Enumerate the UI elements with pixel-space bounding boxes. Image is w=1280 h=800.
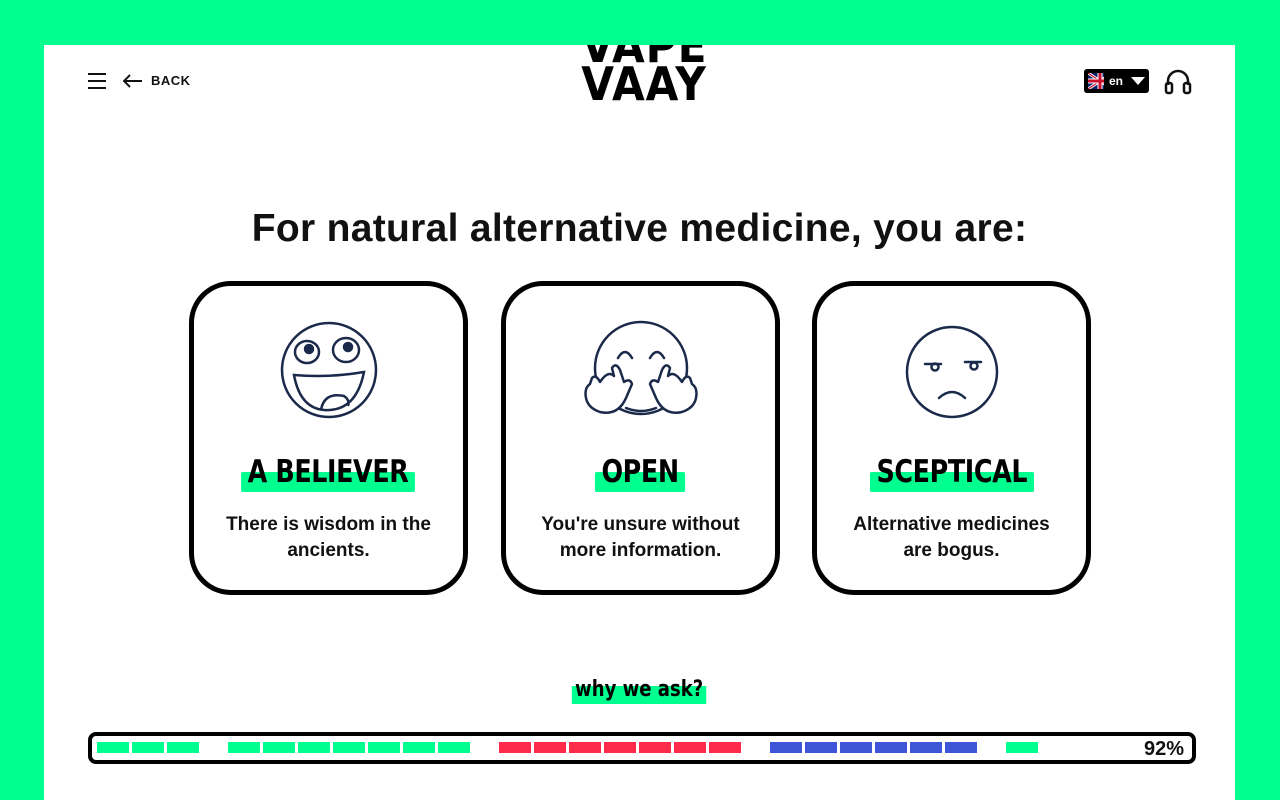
progress-segment: [674, 742, 706, 753]
progress-segment: [840, 742, 872, 753]
question-title: For natural alternative medicine, you ar…: [251, 207, 1028, 250]
progress-segment: [499, 742, 531, 753]
progress-segment: [805, 742, 837, 753]
progress-segment: [333, 742, 365, 753]
headphones-icon[interactable]: [1164, 67, 1192, 95]
why-we-ask-container: why we ask?: [44, 677, 1235, 704]
progress-segment: [368, 742, 400, 753]
option-card-open[interactable]: OPEN You're unsure without more informat…: [501, 281, 780, 595]
hugging-face-icon: [583, 320, 698, 416]
progress-segment: [403, 742, 435, 753]
progress-segment: [639, 742, 671, 753]
option-card-sceptical[interactable]: SCEPTICAL Alternative medicines are bogu…: [812, 281, 1091, 595]
progress-segment: [569, 742, 601, 753]
progress-segment: [770, 742, 802, 753]
progress-segments: [97, 742, 1057, 754]
back-label: BACK: [151, 73, 191, 88]
progress-percent: 92%: [1143, 738, 1184, 760]
chevron-down-icon: [1131, 77, 1145, 85]
option-description: You're unsure without more information.: [541, 514, 740, 561]
language-code: en: [1108, 74, 1123, 88]
option-card-believer[interactable]: A BELIEVER There is wisdom in the ancien…: [189, 281, 468, 595]
progress-segment: [1006, 742, 1038, 753]
progress-segment: [438, 742, 470, 753]
logo[interactable]: VAPE VAAY: [576, 45, 707, 111]
option-label: SCEPTICAL: [869, 454, 1034, 492]
progress-segment: [132, 742, 164, 753]
uk-flag-icon: [1088, 73, 1104, 89]
option-label: A BELIEVER: [241, 454, 416, 492]
why-we-ask-link[interactable]: why we ask?: [572, 677, 708, 704]
option-label: OPEN: [595, 454, 686, 492]
progress-segment: [534, 742, 566, 753]
hamburger-menu-icon[interactable]: [88, 73, 106, 89]
arrow-left-icon: [123, 73, 142, 88]
back-button[interactable]: BACK: [123, 73, 191, 88]
grinning-face-icon: [280, 321, 377, 419]
progress-segment: [97, 742, 129, 753]
progress-bar: 92%: [88, 732, 1196, 764]
progress-segment: [604, 742, 636, 753]
skeptical-face-icon: [905, 325, 998, 419]
option-description: Alternative medicines are bogus.: [853, 514, 1050, 561]
progress-segment: [910, 742, 942, 753]
page-frame: BACK VAPE VAAY en For natural alternativ…: [44, 45, 1235, 800]
progress-segment: [263, 742, 295, 753]
progress-segment: [875, 742, 907, 753]
language-selector[interactable]: en: [1084, 69, 1149, 93]
progress-segment: [709, 742, 741, 753]
progress-segment: [167, 742, 199, 753]
progress-segment: [945, 742, 977, 753]
progress-segment: [298, 742, 330, 753]
option-description: There is wisdom in the ancients.: [226, 514, 431, 561]
logo-line2: VAAY: [581, 57, 707, 111]
progress-segment: [228, 742, 260, 753]
